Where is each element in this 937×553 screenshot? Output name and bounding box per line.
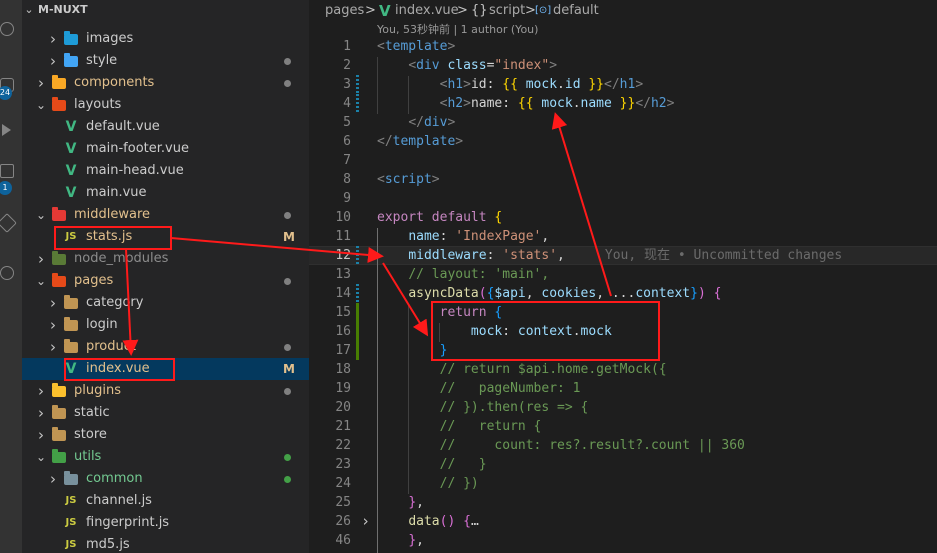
highlight-return-block <box>431 301 660 361</box>
highlight-stats-js <box>54 226 172 250</box>
highlight-index-vue <box>64 358 175 381</box>
arrow-return-to-template <box>551 112 612 297</box>
arrow-stats-to-index <box>122 248 139 356</box>
arrow-stats-to-middleware <box>170 237 384 263</box>
arrow-middleware-to-return <box>382 262 429 337</box>
annotation-overlay <box>54 112 660 381</box>
